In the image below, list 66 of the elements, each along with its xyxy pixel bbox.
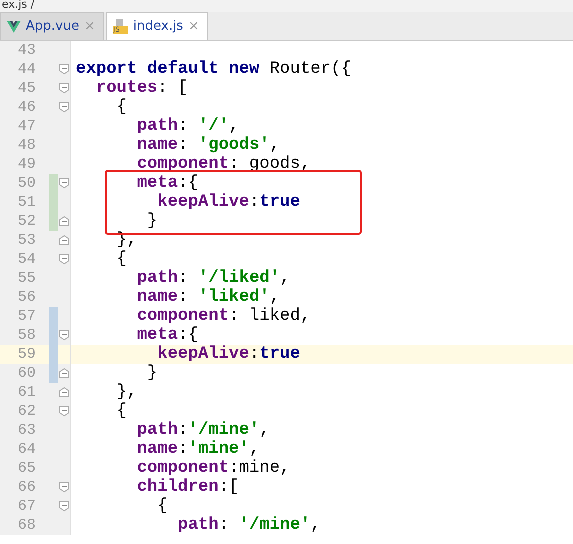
line-number: 43 — [16, 41, 36, 60]
editor-tab[interactable]: App.vue × — [0, 12, 104, 40]
code-line: component:mine, — [136, 459, 290, 478]
code-line: { — [116, 250, 128, 269]
fold-marker-icon[interactable] — [58, 64, 70, 75]
code-line: keepAlive:true — [156, 193, 300, 212]
line-number: 48 — [16, 136, 36, 155]
code-line: { — [116, 98, 128, 117]
line-number: 44 — [16, 60, 36, 79]
code-line: component: liked, — [136, 307, 311, 326]
code-line: { — [156, 497, 168, 516]
line-number: 63 — [16, 421, 36, 440]
v-logo-icon — [7, 20, 21, 32]
line-number: 53 — [16, 231, 36, 250]
code-line: children:[ — [136, 478, 240, 497]
code-line: } — [146, 212, 158, 231]
line-number: 56 — [16, 288, 36, 307]
code-line: name: 'goods', — [136, 136, 280, 155]
line-number: 67 — [16, 497, 36, 516]
fold-marker-icon[interactable] — [58, 216, 70, 227]
code-line: meta:{ — [136, 174, 198, 193]
fold-marker-icon[interactable] — [58, 83, 70, 94]
line-number: 54 — [16, 250, 36, 269]
line-number: 62 — [16, 402, 36, 421]
fold-marker-icon[interactable] — [58, 102, 70, 113]
code-line: name:'mine', — [136, 440, 260, 459]
line-number: 46 — [16, 98, 36, 117]
line-number: 52 — [16, 212, 36, 231]
line-number: 50 — [16, 174, 36, 193]
code-line: routes: [ — [95, 79, 188, 98]
code-line: path:'/mine', — [136, 421, 270, 440]
fold-marker-icon[interactable] — [58, 235, 70, 246]
line-number: 55 — [16, 269, 36, 288]
line-number: 59 — [16, 345, 36, 364]
breadcrumb[interactable]: ex.js / — [0, 0, 573, 12]
line-number: 64 — [16, 440, 36, 459]
fold-marker-icon[interactable] — [58, 501, 70, 512]
line-number: 47 — [16, 117, 36, 136]
fold-marker-icon[interactable] — [58, 178, 70, 189]
line-number: 45 — [16, 79, 36, 98]
line-number: 58 — [16, 326, 36, 345]
fold-marker-icon[interactable] — [58, 254, 70, 265]
fold-marker-icon[interactable] — [58, 406, 70, 417]
code-line: name: 'liked', — [136, 288, 280, 307]
code-line: keepAlive:true — [156, 345, 300, 364]
code-line: path: '/', — [136, 117, 240, 136]
code-line: }, — [116, 383, 138, 402]
fold-marker-icon[interactable] — [58, 368, 70, 379]
fold-marker-icon[interactable] — [58, 387, 70, 398]
line-number: 57 — [16, 307, 36, 326]
code-line: export default new Router({ — [75, 60, 352, 79]
fold-marker-icon[interactable] — [58, 482, 70, 493]
line-number: 65 — [16, 459, 36, 478]
line-number: 68 — [16, 516, 36, 535]
line-number: 61 — [16, 383, 36, 402]
line-number: 60 — [16, 364, 36, 383]
code-line: component: goods, — [136, 155, 311, 174]
code-line: path: '/mine', — [177, 516, 321, 535]
code-line: { — [116, 402, 128, 421]
line-number: 49 — [16, 155, 36, 174]
fold-marker-icon[interactable] — [58, 330, 70, 341]
code-line: path: '/liked', — [136, 269, 290, 288]
code-line: } — [146, 364, 158, 383]
code-line: meta:{ — [136, 326, 198, 345]
line-number: 66 — [16, 478, 36, 497]
line-number: 51 — [16, 193, 36, 212]
